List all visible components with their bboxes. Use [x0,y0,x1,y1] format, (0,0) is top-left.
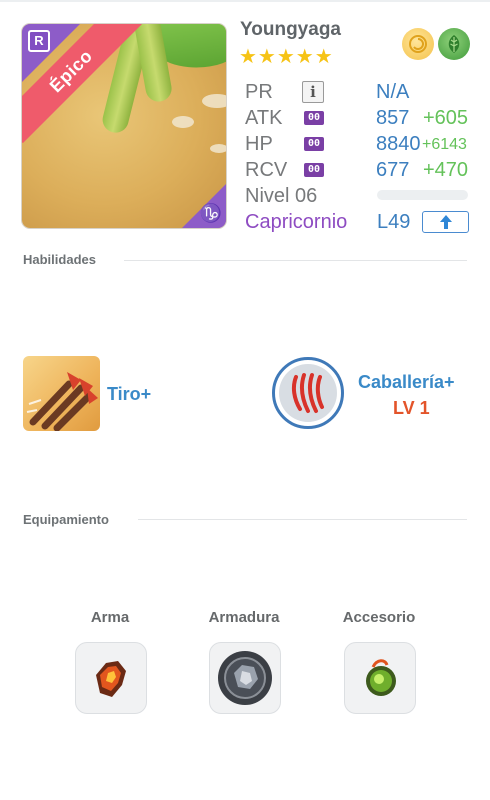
hp-bonus: +6143 [422,136,467,153]
hp-value: 8840 [376,133,421,155]
rcv-value: 677 [376,159,410,181]
equip-slot-armadura[interactable] [209,642,281,714]
arrows-icon[interactable] [23,356,100,431]
level-progress-bar [377,190,468,200]
equipment-section-title: Equipamiento [23,512,109,527]
rcv-label: RCV [245,159,288,181]
rcv-bonus: +470 [423,159,469,181]
equip-slot-arma[interactable] [75,642,147,714]
class-r-icon: R [28,30,50,52]
portrait-art-stone [210,144,226,153]
atk-bonus: +605 [423,107,469,129]
hero-portrait[interactable]: Épico R ♑ [22,24,226,228]
section-divider [138,519,467,520]
upgrade-button[interactable] [422,211,469,233]
hero-name: Youngyaga [240,19,341,40]
skill-level: LV 1 [393,398,430,418]
atk-value: 857 [376,107,410,129]
claw-marks-icon-inner [279,364,337,422]
equip-slot-accesorio[interactable] [344,642,416,714]
pr-value: N/A [376,81,410,103]
max-level: L49 [377,211,411,233]
leaf-element-icon [438,28,470,60]
equip-label-armadura: Armadura [208,609,280,626]
equip-label-arma: Arma [90,609,130,626]
hp-boost-badge: 00 [304,137,324,151]
atk-boost-badge: 00 [304,111,324,125]
claw-marks-icon[interactable] [272,357,344,429]
hp-label: HP [245,133,273,155]
top-divider [0,0,490,2]
section-divider [124,260,467,261]
skills-section-title: Habilidades [23,252,96,267]
portrait-art-stone [172,116,194,128]
rcv-boost-badge: 00 [304,163,324,177]
zodiac-name: Capricornio [245,211,348,233]
arrow-up-icon [439,215,452,229]
capricorn-icon: ♑ [199,203,223,223]
level-label: Nivel 06 [245,185,318,207]
skill-name-tiro: Tiro+ [107,384,152,404]
skill-name-caballeria: Caballería+ [358,372,455,392]
weapon-gem-icon [84,651,138,705]
equip-label-accesorio: Accesorio [342,609,416,626]
armor-gem-icon [218,651,272,705]
accessory-gem-icon [353,651,407,705]
atk-label: ATK [245,107,283,129]
pr-label: PR [245,81,273,103]
sun-element-icon [402,28,434,60]
portrait-art-stone [202,94,226,108]
star-rating: ★★★★★ [239,46,334,68]
pr-info-button[interactable]: i [302,81,324,103]
